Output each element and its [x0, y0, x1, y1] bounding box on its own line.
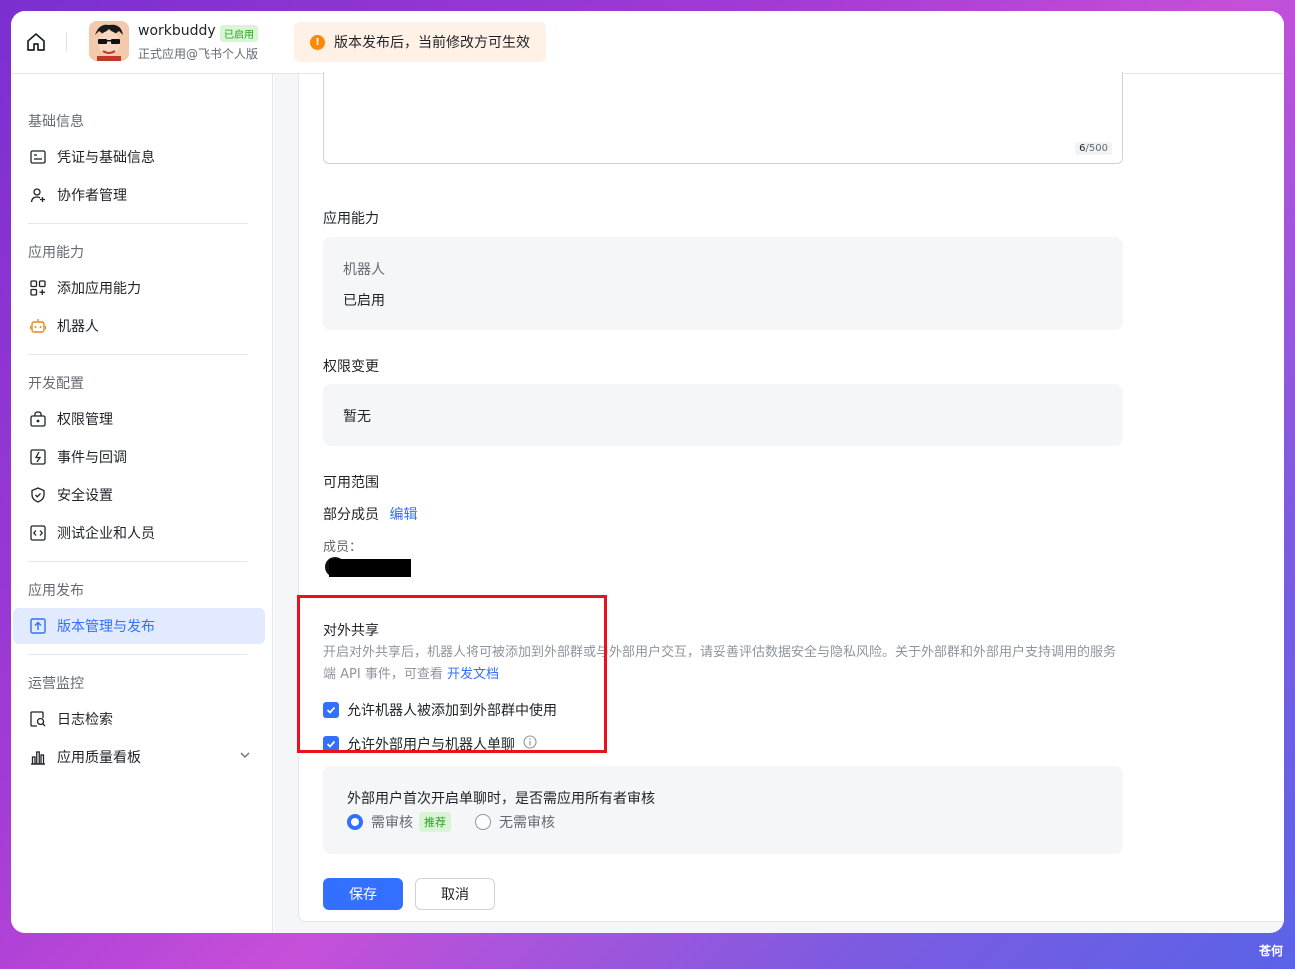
member-chip[interactable]	[325, 556, 415, 578]
sidebar-item-version-release[interactable]: 版本管理与发布	[13, 608, 265, 644]
info-icon[interactable]	[523, 735, 537, 753]
app-avatar	[89, 21, 129, 61]
scope-label: 可用范围	[323, 475, 379, 491]
members-label: 成员：	[323, 540, 363, 555]
review-radio-group: 需审核 推荐 无需审核	[347, 812, 555, 832]
sidebar-item-add-capability[interactable]: 添加应用能力	[13, 270, 265, 306]
sidebar-item-label: 机器人	[57, 319, 99, 335]
top-header: workbuddy 已启用 正式应用@飞书个人版 ! 版本发布后，当前修改方可生…	[11, 11, 1284, 74]
chevron-down-icon[interactable]	[239, 749, 251, 765]
sidebar-divider	[28, 561, 248, 562]
external-group-checkbox[interactable]	[323, 702, 339, 718]
capability-name: 机器人	[343, 262, 385, 278]
header-divider	[66, 33, 67, 51]
external-chat-checkbox[interactable]	[323, 736, 339, 752]
robot-icon	[29, 317, 47, 335]
no-review-label: 无需审核	[499, 815, 555, 831]
review-question: 外部用户首次开启单聊时，是否需应用所有者审核	[347, 791, 655, 807]
log-search-icon	[29, 710, 47, 728]
option-external-group: 允许机器人被添加到外部群中使用	[323, 700, 557, 720]
shield-icon	[29, 486, 47, 504]
sidebar-item-label: 日志检索	[57, 712, 113, 728]
permission-label: 权限变更	[323, 359, 379, 375]
sidebar-item-label: 添加应用能力	[57, 281, 141, 297]
sidebar-item-label: 安全设置	[57, 488, 113, 504]
event-icon	[29, 448, 47, 466]
char-counter: 6/500	[1075, 142, 1112, 155]
main-content: 6/500 应用能力 机器人 已启用 权限变更 暂无 可用范围 部分成员 编辑 …	[298, 72, 1284, 922]
lock-box-icon	[29, 410, 47, 428]
recommend-badge: 推荐	[419, 812, 451, 832]
user-add-icon	[29, 186, 47, 204]
sidebar-section-title: 应用能力	[28, 245, 84, 261]
dev-doc-link[interactable]: 开发文档	[447, 667, 499, 682]
review-box: 外部用户首次开启单聊时，是否需应用所有者审核 需审核 推荐 无需审核	[323, 766, 1123, 854]
sidebar-divider	[28, 223, 248, 224]
sidebar-item-permissions[interactable]: 权限管理	[13, 401, 265, 437]
sidebar-item-events[interactable]: 事件与回调	[13, 439, 265, 475]
permission-value: 暂无	[343, 409, 371, 425]
app-name: workbuddy	[138, 23, 216, 39]
sidebar-section-title: 应用发布	[28, 583, 84, 599]
watermark: 苍何	[1258, 944, 1283, 958]
sidebar-item-label: 协作者管理	[57, 188, 127, 204]
publish-notice: ! 版本发布后，当前修改方可生效	[294, 22, 546, 62]
sidebar-item-credentials[interactable]: 凭证与基础信息	[13, 139, 265, 175]
scope-value-row: 部分成员 编辑	[323, 504, 417, 524]
sidebar-item-label: 凭证与基础信息	[57, 150, 155, 166]
sidebar-divider	[28, 354, 248, 355]
sidebar-item-label: 版本管理与发布	[57, 619, 155, 635]
share-description: 开启对外共享后，机器人将可被添加到外部群或与外部用户交互，请妥善评估数据安全与隐…	[323, 642, 1123, 686]
app-window: workbuddy 已启用 正式应用@飞书个人版 ! 版本发布后，当前修改方可生…	[11, 11, 1284, 933]
sidebar-item-log-search[interactable]: 日志检索	[13, 701, 265, 737]
sidebar-section-title: 运营监控	[28, 676, 84, 692]
external-chat-label: 允许外部用户与机器人单聊	[347, 737, 515, 753]
scope-edit-link[interactable]: 编辑	[389, 507, 417, 523]
apps-add-icon	[29, 279, 47, 297]
warning-icon: !	[310, 34, 325, 50]
external-group-label: 允许机器人被添加到外部群中使用	[347, 703, 557, 719]
permission-box: 暂无	[323, 384, 1123, 446]
sidebar-item-label: 应用质量看板	[57, 750, 141, 766]
sidebar-section-title: 开发配置	[28, 376, 84, 392]
notice-text: 版本发布后，当前修改方可生效	[334, 35, 530, 51]
capability-status: 已启用	[343, 293, 385, 309]
share-desc-text: 开启对外共享后，机器人将可被添加到外部群或与外部用户交互，请妥善评估数据安全与隐…	[323, 645, 1117, 682]
save-button[interactable]: 保存	[323, 878, 403, 910]
app-status-badge: 已启用	[220, 25, 258, 42]
radio-need-review[interactable]	[347, 814, 363, 830]
option-external-chat: 允许外部用户与机器人单聊	[323, 734, 537, 754]
sidebar: 基础信息 凭证与基础信息 协作者管理 应用能力 添加应用能力 机器人 开发配置 …	[11, 74, 273, 933]
cancel-button[interactable]: 取消	[415, 878, 495, 910]
need-review-label: 需审核	[371, 815, 413, 831]
capability-box: 机器人 已启用	[323, 237, 1123, 330]
app-subtitle: 正式应用@飞书个人版	[138, 47, 259, 61]
description-textarea[interactable]: 6/500	[323, 72, 1123, 164]
sidebar-item-label: 测试企业和人员	[57, 526, 155, 542]
sidebar-item-collaborators[interactable]: 协作者管理	[13, 177, 265, 213]
sidebar-item-quality-board[interactable]: 应用质量看板	[13, 739, 265, 775]
home-icon[interactable]	[25, 31, 47, 53]
sidebar-item-robot[interactable]: 机器人	[13, 308, 265, 344]
sidebar-item-label: 权限管理	[57, 412, 113, 428]
upload-icon	[29, 617, 47, 635]
share-label: 对外共享	[323, 623, 379, 639]
bar-chart-icon	[29, 748, 47, 766]
sidebar-section-title: 基础信息	[28, 114, 84, 130]
sidebar-item-test-org[interactable]: 测试企业和人员	[13, 515, 265, 551]
id-card-icon	[29, 148, 47, 166]
capability-label: 应用能力	[323, 211, 379, 227]
scope-value: 部分成员	[323, 507, 379, 523]
member-redacted	[329, 559, 411, 577]
sidebar-item-security[interactable]: 安全设置	[13, 477, 265, 513]
sidebar-divider	[28, 654, 248, 655]
code-icon	[29, 524, 47, 542]
radio-no-review[interactable]	[475, 814, 491, 830]
sidebar-item-label: 事件与回调	[57, 450, 127, 466]
